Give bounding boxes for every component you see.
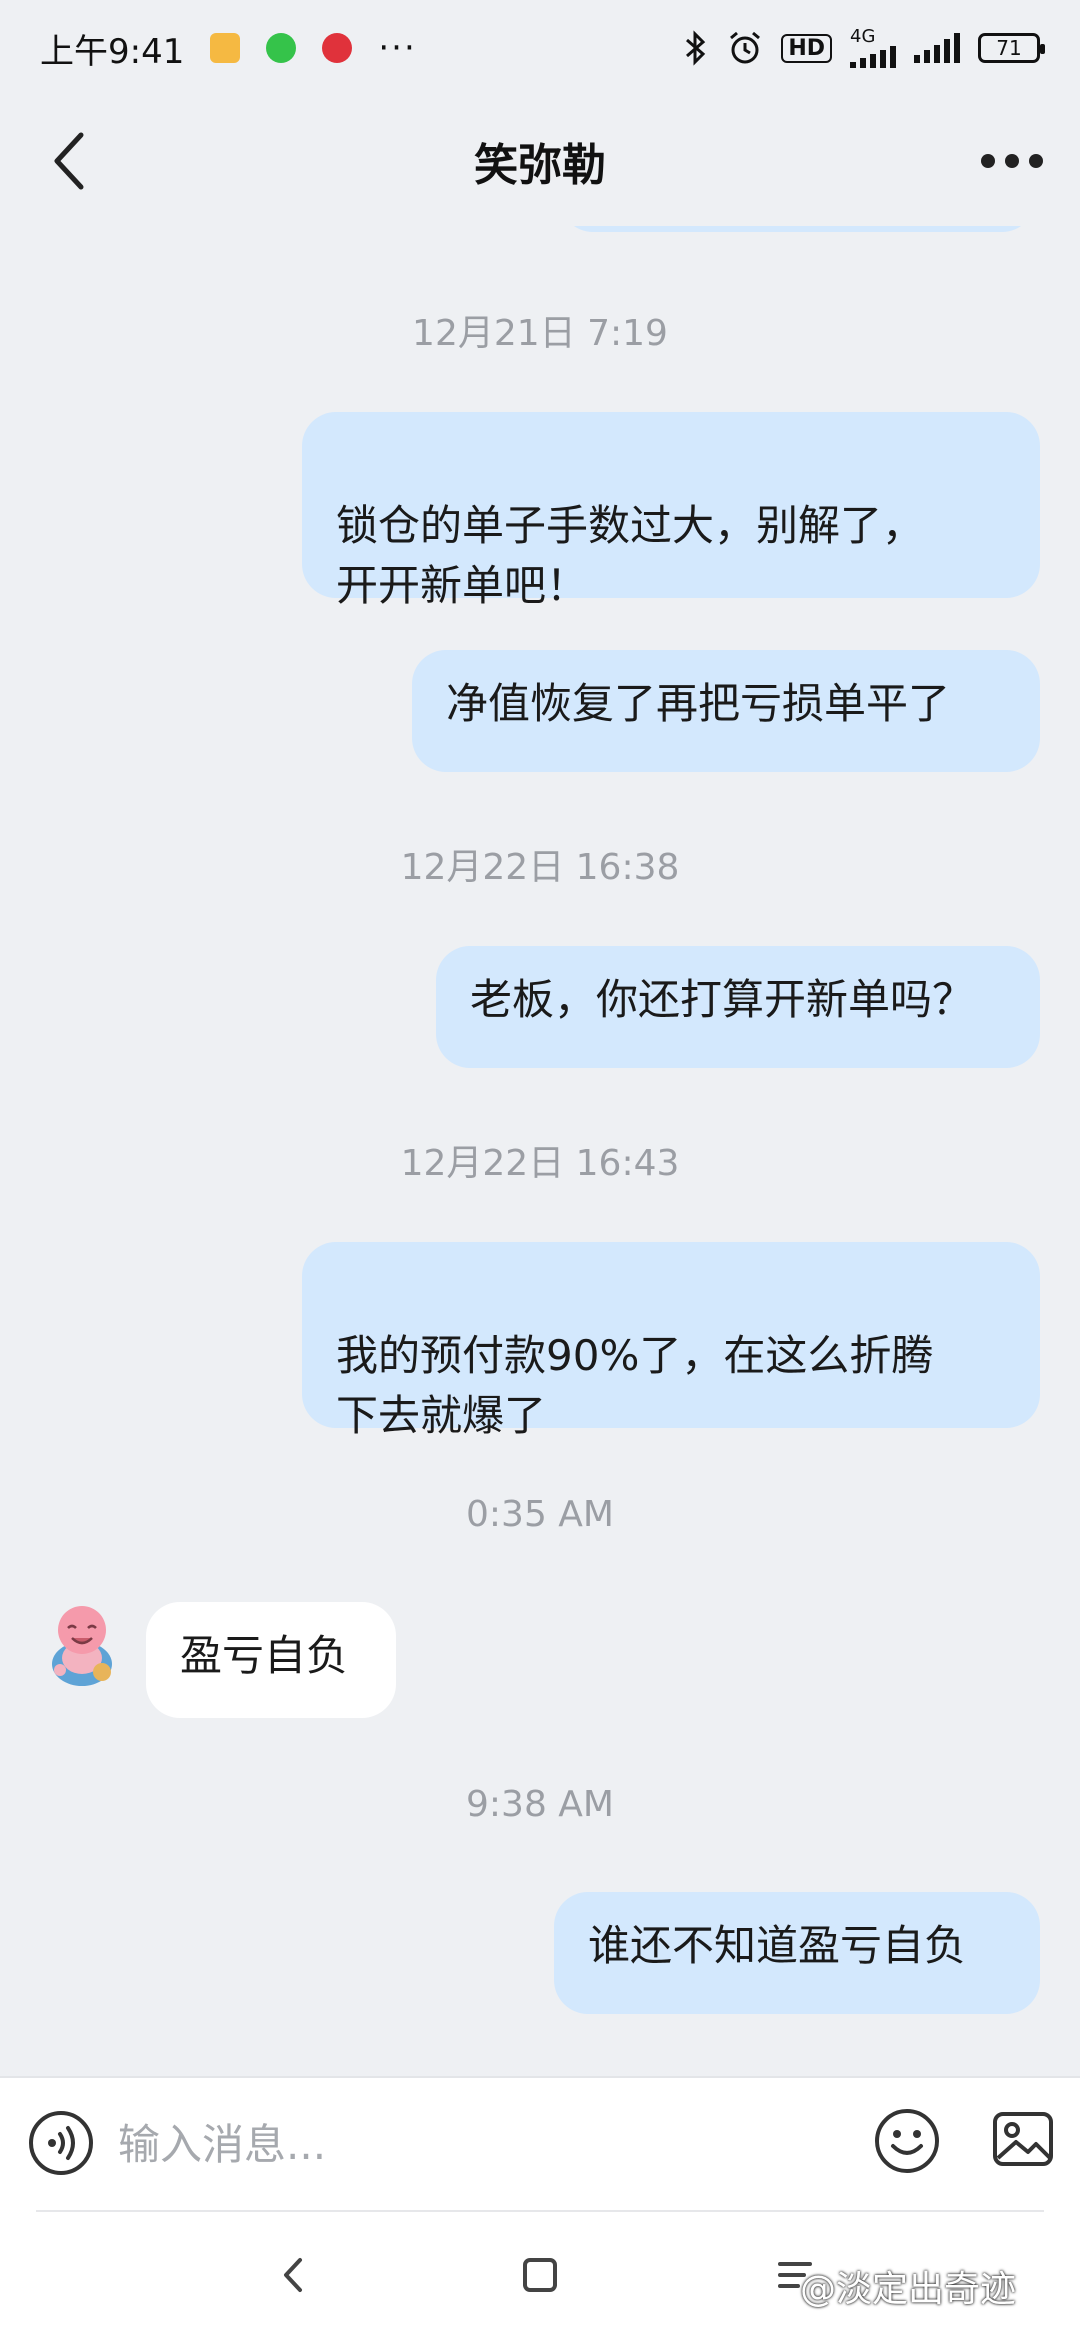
message-input[interactable] <box>118 2104 818 2184</box>
chevron-left-icon <box>54 132 84 190</box>
nav-back-icon <box>284 2258 302 2292</box>
sent-message-bubble[interactable]: 老板，你还打算开新单吗？ <box>436 946 1040 1068</box>
mobile-signal-1: 4G <box>850 28 896 68</box>
emoji-button[interactable] <box>872 2106 942 2176</box>
nav-home-button[interactable] <box>515 2250 565 2300</box>
nav-home-icon <box>523 2258 557 2292</box>
message-input-bar <box>0 2076 1080 2210</box>
timestamp: 12月22日 16:43 <box>400 1143 680 1184</box>
more-dots-icon <box>981 154 1043 168</box>
alarm-icon <box>730 31 761 64</box>
chat-header: 笑弥勒 <box>0 96 1080 226</box>
voice-icon <box>29 2111 93 2175</box>
sent-message-bubble[interactable]: 锁仓的单子手数过大，别解了， 开开新单吧！ <box>302 412 1040 610</box>
system-navigation-bar: @淡定出奇迹 <box>0 2210 1080 2340</box>
contact-avatar[interactable] <box>44 1598 120 1688</box>
timestamp: 9:38 AM <box>466 1784 614 1825</box>
wechat-notification-icon <box>266 33 297 63</box>
signal-bars-icon <box>850 46 896 68</box>
message-text: 净值恢复了再把亏损单平了 <box>446 679 951 728</box>
battery-icon: 71 <box>978 33 1045 63</box>
notes-notification-icon <box>210 33 241 63</box>
sent-message-bubble[interactable]: 我的预付款90%了，在这么折腾 下去就爆了 <box>302 1242 1040 1440</box>
network-type-label: 4G <box>850 26 876 47</box>
timestamp: 12月22日 16:38 <box>400 847 680 888</box>
chat-screen: 上午9:41 ··· HD 4G 71 笑弥勒 12月21日 7:19 锁仓的单… <box>0 0 1080 2340</box>
video-notification-icon <box>322 33 353 63</box>
image-icon <box>993 2112 1053 2166</box>
message-text: 锁仓的单子手数过大，别解了， 开开新单吧！ <box>336 501 925 610</box>
watermark: @淡定出奇迹 <box>800 2269 1017 2310</box>
hd-voice-icon: HD <box>781 33 832 63</box>
message-text: 谁还不知道盈亏自负 <box>588 1921 967 1970</box>
received-message-bubble[interactable]: 盈亏自负 <box>146 1602 396 1718</box>
more-options-button[interactable] <box>972 126 1052 196</box>
nav-divider <box>36 2210 1044 2212</box>
contact-name: 笑弥勒 <box>474 140 606 191</box>
back-button[interactable] <box>34 126 104 196</box>
bluetooth-icon <box>686 30 706 66</box>
message-list[interactable]: 12月21日 7:19 锁仓的单子手数过大，别解了， 开开新单吧！ 净值恢复了再… <box>0 226 1080 2076</box>
nav-back-button[interactable] <box>268 2250 318 2300</box>
status-time: 上午9:41 <box>40 31 185 72</box>
sent-message-bubble[interactable]: 谁还不知道盈亏自负 <box>554 1892 1040 2014</box>
more-notifications-indicator: ··· <box>378 28 417 68</box>
sent-message-bubble[interactable]: 净值恢复了再把亏损单平了 <box>412 650 1040 772</box>
laughing-buddha-avatar-icon <box>52 1606 112 1686</box>
voice-input-button[interactable] <box>26 2108 96 2178</box>
timestamp: 12月21日 7:19 <box>412 313 668 354</box>
message-bubble-partial <box>560 226 1035 232</box>
message-text: 老板，你还打算开新单吗？ <box>470 975 975 1024</box>
battery-level: 71 <box>996 36 1022 60</box>
message-text: 盈亏自负 <box>180 1631 349 1680</box>
image-picker-button[interactable] <box>990 2106 1056 2172</box>
smiley-icon <box>875 2109 939 2173</box>
status-bar: 上午9:41 ··· HD 4G 71 <box>0 0 1080 96</box>
message-text: 我的预付款90%了，在这么折腾 下去就爆了 <box>336 1331 934 1440</box>
signal-bars-icon-2 <box>914 33 960 63</box>
timestamp: 0:35 AM <box>466 1494 614 1535</box>
